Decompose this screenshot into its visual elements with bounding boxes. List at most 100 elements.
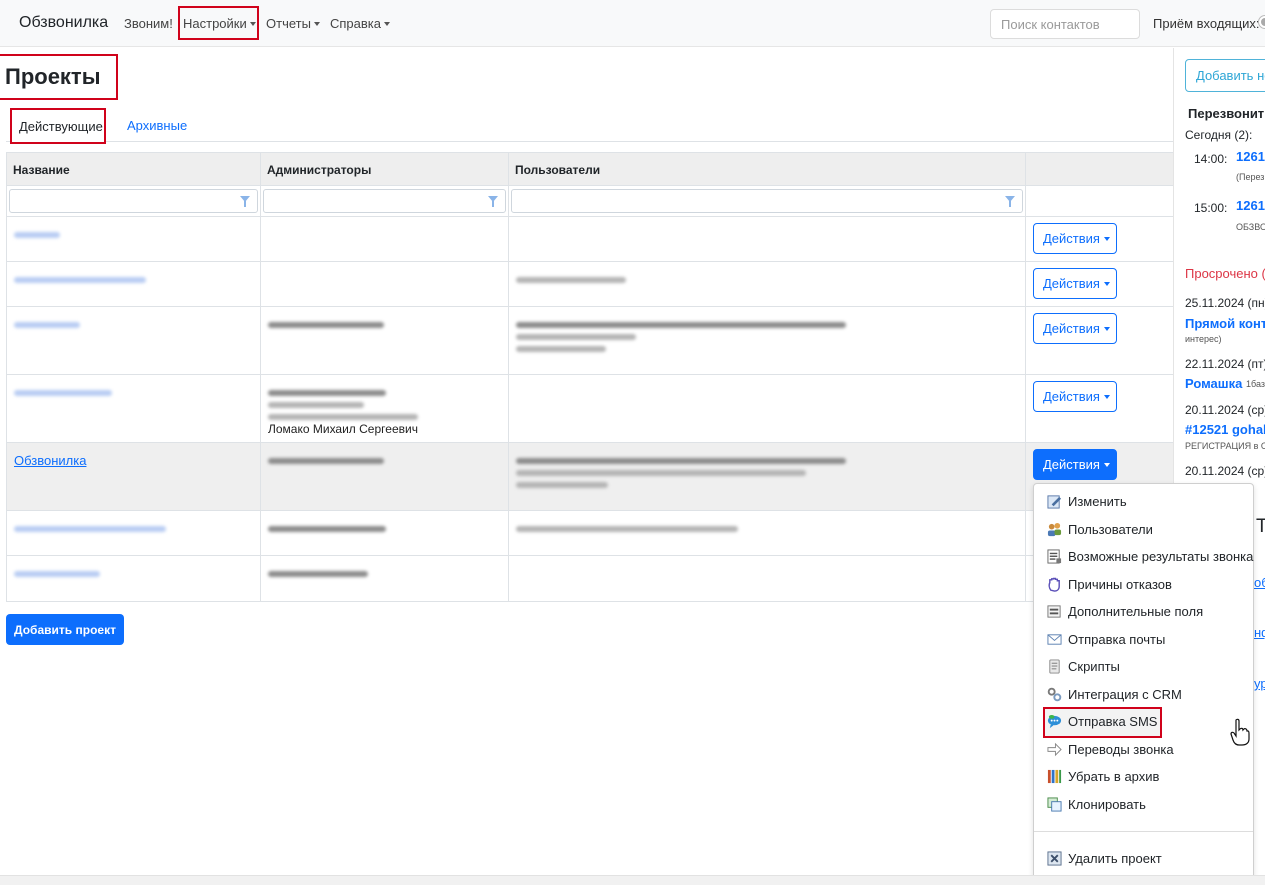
menu-item-delete-project[interactable]: Удалить проект: [1047, 851, 1252, 873]
menu-item-extra-fields[interactable]: Дополнительные поля: [1047, 604, 1252, 626]
users-cell: [508, 555, 1026, 602]
bottom-scrollbar[interactable]: [0, 875, 1265, 885]
column-header-admins[interactable]: Администраторы: [260, 152, 509, 186]
blurred-text: [516, 458, 846, 464]
menu-item-send-mail[interactable]: Отправка почты: [1047, 632, 1252, 654]
menu-item-call-results[interactable]: Возможные результаты звонка: [1047, 549, 1253, 571]
column-header-users[interactable]: Пользователи: [508, 152, 1026, 186]
actions-button[interactable]: Действия: [1033, 268, 1117, 299]
admins-filter-input[interactable]: [263, 189, 506, 213]
table-row: Ломако Михаил Сергеевич Действия: [6, 374, 1175, 443]
blurred-text: [268, 458, 384, 464]
search-input[interactable]: [990, 9, 1140, 39]
incoming-calls-label: Приём входящих:: [1153, 16, 1260, 31]
actions-cell: Действия: [1025, 374, 1175, 443]
menu-item-call-transfers[interactable]: Переводы звонка: [1047, 742, 1252, 764]
menu-item-refusal-reasons[interactable]: Причины отказов: [1047, 577, 1252, 599]
menu-item-send-sms[interactable]: Отправка SMS: [1043, 707, 1162, 738]
blurred-text: [516, 470, 806, 476]
overdue-link[interactable]: #12521 gohak: [1185, 422, 1265, 437]
project-name-cell: [6, 374, 261, 443]
actions-button[interactable]: Действия: [1033, 381, 1117, 412]
menu-item-label: Интеграция с CRM: [1068, 687, 1182, 702]
callback-time: 14:00:: [1194, 152, 1228, 166]
project-link-blurred[interactable]: [14, 390, 112, 396]
overdue-link[interactable]: Прямой конта: [1185, 316, 1265, 331]
users-cell: [508, 510, 1026, 556]
brand-logo[interactable]: Обзвонилка: [19, 14, 108, 32]
menu-item-crm-integration[interactable]: Интеграция с CRM: [1047, 687, 1252, 709]
callback-title: Перезвонить: [1188, 106, 1265, 121]
project-link-blurred[interactable]: [14, 322, 80, 328]
menu-item-edit[interactable]: Изменить: [1047, 494, 1252, 516]
menu-item-users[interactable]: Пользователи: [1047, 522, 1252, 544]
table-row: [6, 555, 1175, 602]
fields-icon: [1047, 605, 1061, 618]
actions-button-open[interactable]: Действия: [1033, 449, 1117, 480]
project-name-cell: [6, 555, 261, 602]
partial-link[interactable]: ур: [1254, 676, 1265, 691]
name-filter-input[interactable]: [9, 189, 258, 213]
archive-icon: [1047, 769, 1062, 784]
callback-link[interactable]: 1261: [1236, 149, 1265, 164]
partial-link[interactable]: нф: [1254, 625, 1265, 640]
menu-item-label: Дополнительные поля: [1068, 604, 1204, 619]
overdue-link[interactable]: Ромашка: [1185, 376, 1242, 391]
actions-dropdown-menu: Изменить Пользователи Возможные результа…: [1033, 483, 1254, 881]
overdue-date: 22.11.2024 (пт): [1185, 357, 1265, 371]
project-link[interactable]: Обзвонилка: [14, 453, 86, 468]
blurred-text: [268, 571, 368, 577]
partial-link[interactable]: об: [1254, 575, 1265, 590]
blurred-text: [268, 402, 364, 408]
menu-item-label: Убрать в архив: [1068, 769, 1160, 784]
overdue-date: 20.11.2024 (ср): [1185, 403, 1265, 417]
integration-icon: [1047, 687, 1062, 702]
delete-icon: [1047, 851, 1062, 866]
menu-item-label: Отправка почты: [1068, 632, 1166, 647]
chevron-down-icon: [1103, 237, 1110, 241]
admins-cell: [260, 442, 509, 511]
nav-call[interactable]: Звоним!: [124, 16, 173, 31]
section-heading-partial: Т: [1256, 516, 1265, 538]
project-link-blurred[interactable]: [14, 277, 146, 283]
project-link-blurred[interactable]: [14, 232, 60, 238]
admins-cell: [260, 306, 509, 375]
actions-cell: Действия: [1025, 261, 1175, 307]
tab-archive-projects[interactable]: Архивные: [127, 118, 187, 133]
users-cell: [508, 306, 1026, 375]
menu-item-scripts[interactable]: Скрипты: [1047, 659, 1252, 681]
hand-cursor-icon: [1230, 718, 1250, 746]
project-link-blurred[interactable]: [14, 571, 100, 577]
callback-link[interactable]: 1261: [1236, 198, 1265, 213]
project-name-cell: [6, 216, 261, 262]
actions-button[interactable]: Действия: [1033, 223, 1117, 254]
column-header-name[interactable]: Название: [6, 152, 261, 186]
admins-cell: Ломако Михаил Сергеевич: [260, 374, 509, 443]
menu-item-archive[interactable]: Убрать в архив: [1047, 769, 1252, 791]
menu-divider: [1034, 831, 1253, 832]
menu-item-label: Пользователи: [1068, 522, 1153, 537]
add-new-button[interactable]: Добавить но: [1185, 59, 1265, 92]
users-filter-input[interactable]: [511, 189, 1023, 213]
blurred-text: [516, 346, 606, 352]
menu-item-label: Изменить: [1068, 494, 1127, 509]
add-project-button[interactable]: Добавить проект: [6, 614, 124, 645]
users-cell: [508, 442, 1026, 511]
project-link-blurred[interactable]: [14, 526, 166, 532]
menu-item-clone[interactable]: Клонировать: [1047, 797, 1252, 819]
script-icon: [1049, 659, 1060, 674]
nav-settings-dropdown[interactable]: Настройки: [178, 6, 259, 40]
actions-button[interactable]: Действия: [1033, 313, 1117, 344]
tab-active-projects[interactable]: Действующие: [10, 108, 106, 144]
blurred-text: [516, 482, 608, 488]
chevron-down-icon: [249, 22, 256, 26]
nav-reports-dropdown[interactable]: Отчеты: [266, 16, 320, 31]
menu-item-label: Удалить проект: [1068, 851, 1162, 866]
incoming-calls-toggle[interactable]: [1258, 15, 1265, 29]
filter-cell-empty: [1025, 185, 1175, 217]
project-name-cell: [6, 261, 261, 307]
menu-item-label: Отправка SMS: [1068, 714, 1158, 729]
nav-help-dropdown[interactable]: Справка: [330, 16, 390, 31]
project-name-cell: [6, 306, 261, 375]
admins-cell: [260, 261, 509, 307]
